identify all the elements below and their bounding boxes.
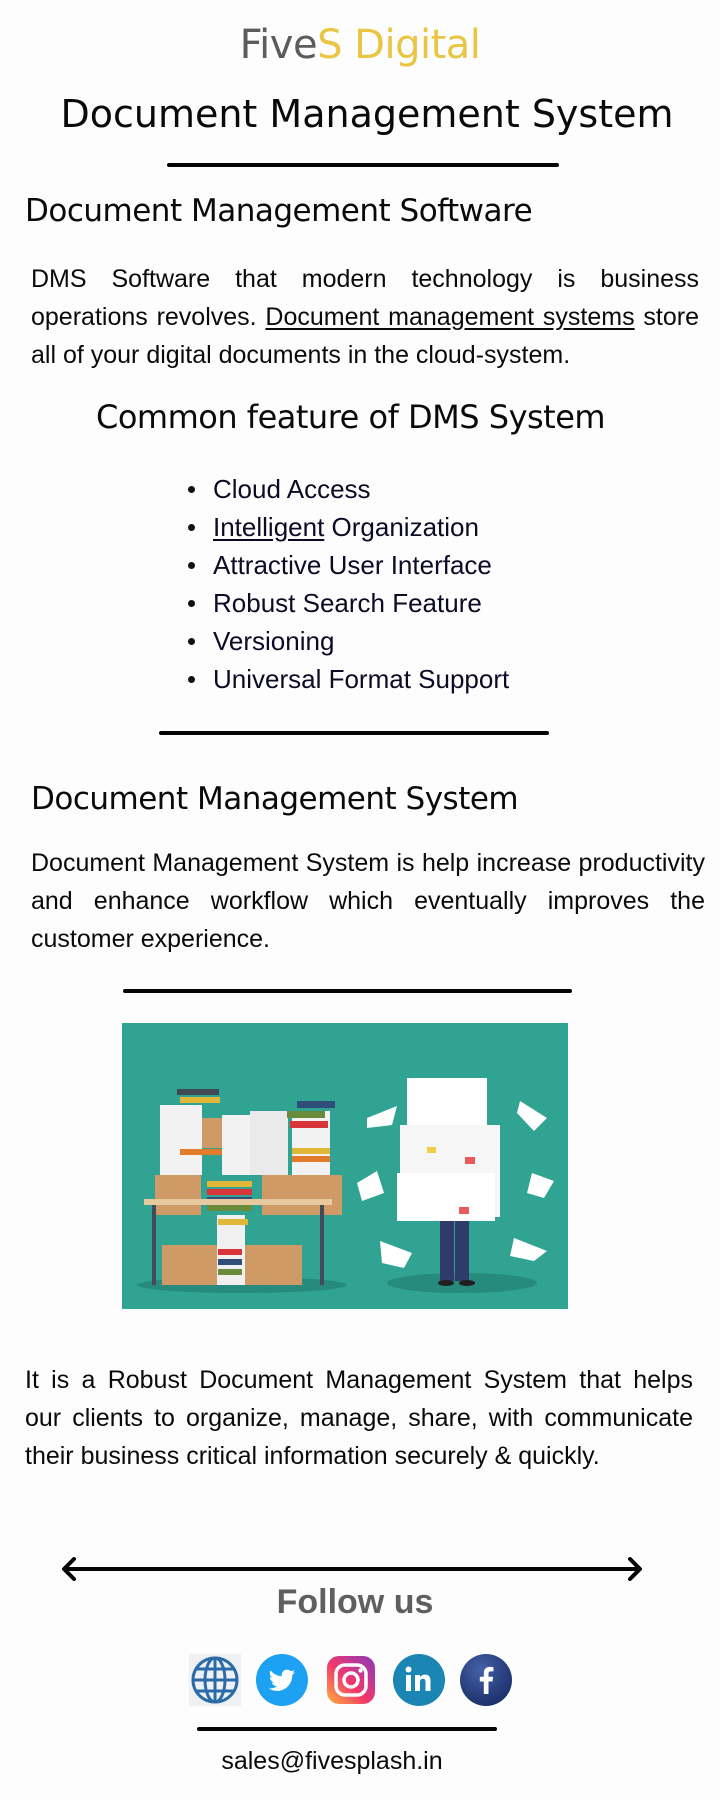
divider-arrow bbox=[64, 1567, 640, 1571]
section-paragraph-system: Document Management System is help incre… bbox=[31, 849, 705, 953]
brand-logo-part1: Five bbox=[239, 22, 318, 68]
twitter-icon bbox=[256, 1654, 308, 1706]
feature-item: Universal Format Support bbox=[185, 660, 509, 698]
twitter-link[interactable] bbox=[256, 1654, 308, 1706]
summary-paragraph: It is a Robust Document Management Syste… bbox=[25, 1366, 693, 1470]
feature-item: Intelligent Organization bbox=[185, 508, 509, 546]
instagram-icon bbox=[327, 1656, 375, 1704]
facebook-link[interactable] bbox=[460, 1654, 512, 1706]
divider bbox=[159, 731, 549, 735]
bullet-icon bbox=[188, 486, 195, 493]
bullet-icon bbox=[188, 676, 195, 683]
follow-us-label: Follow us bbox=[276, 1583, 434, 1621]
bullet-icon bbox=[188, 600, 195, 607]
feature-link[interactable]: Intelligent bbox=[213, 512, 324, 542]
features-list: Cloud Access Intelligent Organization At… bbox=[185, 470, 509, 698]
divider bbox=[197, 1727, 497, 1731]
section-paragraph-software: DMS Software that modern technology is b… bbox=[31, 260, 699, 374]
instagram-link[interactable] bbox=[325, 1654, 377, 1706]
bullet-icon bbox=[188, 562, 195, 569]
feature-item: Robust Search Feature bbox=[185, 584, 509, 622]
divider bbox=[167, 163, 559, 167]
brand-logo: FiveS Digital bbox=[0, 22, 720, 68]
arrow-left-icon bbox=[62, 1557, 76, 1581]
website-link[interactable] bbox=[189, 1654, 241, 1706]
dms-link[interactable]: Document management systems bbox=[265, 303, 634, 331]
dms-illustration bbox=[122, 1023, 568, 1309]
divider bbox=[123, 989, 572, 993]
arrow-right-icon bbox=[628, 1557, 642, 1581]
brand-logo-part2: S Digital bbox=[317, 22, 481, 68]
feature-item: Versioning bbox=[185, 622, 509, 660]
office-paperwork-illustration bbox=[137, 1078, 554, 1293]
linkedin-icon bbox=[393, 1654, 445, 1706]
globe-icon bbox=[191, 1656, 239, 1704]
bullet-icon bbox=[188, 524, 195, 531]
features-heading: Common feature of DMS System bbox=[96, 398, 606, 436]
contact-email[interactable]: sales@fivesplash.in bbox=[0, 1747, 664, 1776]
feature-item: Cloud Access bbox=[185, 470, 509, 508]
section-heading-system: Document Management System bbox=[31, 781, 519, 817]
feature-item: Attractive User Interface bbox=[185, 546, 509, 584]
page-title: Document Management System bbox=[60, 92, 674, 136]
bullet-icon bbox=[188, 638, 195, 645]
section-heading-software: Document Management Software bbox=[25, 193, 533, 229]
linkedin-link[interactable] bbox=[393, 1654, 445, 1706]
facebook-icon bbox=[460, 1654, 512, 1706]
